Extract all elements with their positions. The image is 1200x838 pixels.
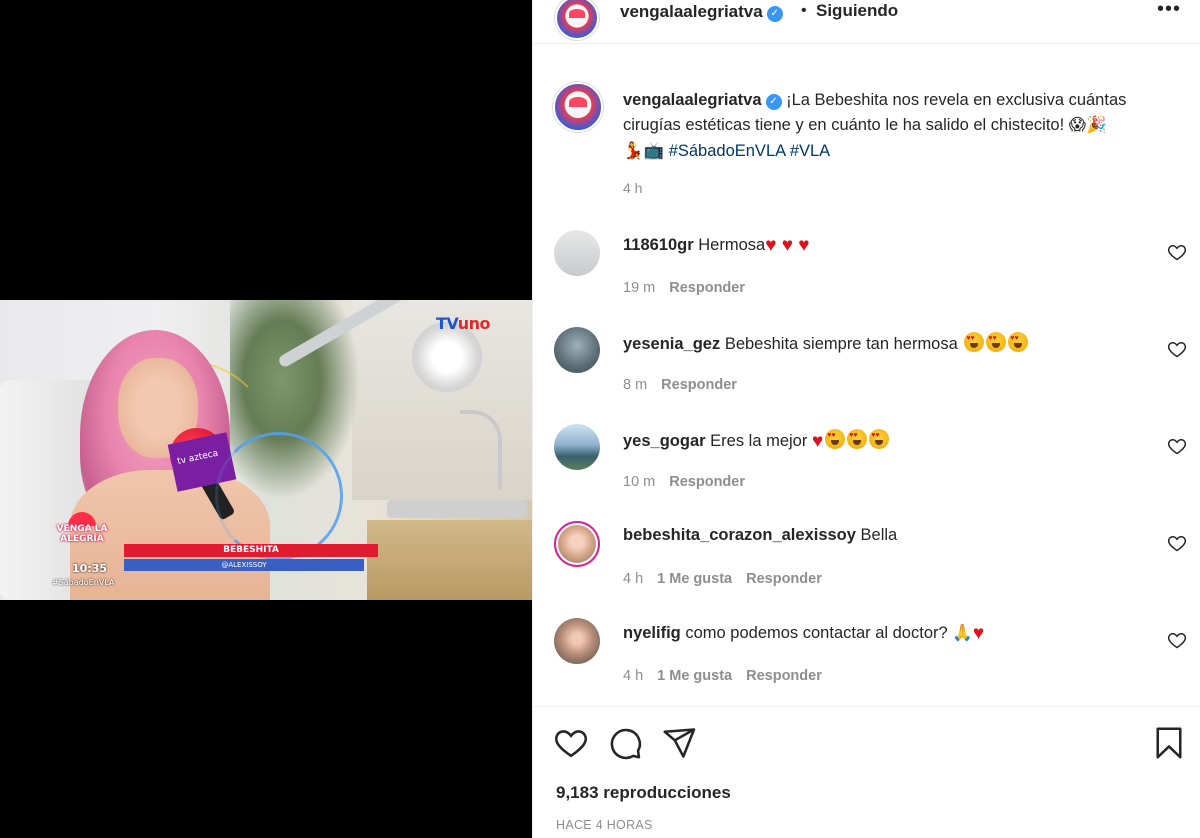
heart-outline-icon[interactable] [553,725,589,761]
comment-line: nyelifig como podemos contactar al docto… [623,623,984,645]
heart-emoji: ♥ [972,623,985,644]
more-options-icon[interactable]: ••• [1157,0,1181,21]
comment-like-heart-icon[interactable] [1167,436,1187,456]
video-faucet [460,410,502,490]
heart-eyes-emoji [1008,332,1029,352]
following-button[interactable]: Siguiendo [816,1,898,21]
comment-meta: 10 m Responder [623,474,759,490]
comment-reply-button[interactable]: Responder [669,280,745,296]
comment-time[interactable]: 4 h [623,571,643,587]
lower-third-name: BEBESHITA [124,544,378,557]
hashtag-sabadoenvla[interactable]: #SábadoEnVLA [669,142,786,160]
comment-like-heart-icon[interactable] [1167,242,1187,262]
verified-badge-icon: ✓ [766,6,783,22]
comment-like-heart-icon[interactable] [1167,339,1187,359]
pray-emoji: 🙏 [952,623,973,642]
show-logo: VENGA LA ALEGRÍA [52,512,112,566]
video-cabinet [367,520,532,600]
comment-time[interactable]: 8 m [623,377,647,393]
comment-item: bebeshita_corazon_alexissoy Bella 4 h 1 M… [533,521,1200,611]
caption-text: vengalaalegriatva ✓ ¡La Bebeshita nos rev… [623,88,1183,164]
comment-text: como podemos contactar al doctor? [685,624,948,642]
video-clock: 10:35 [72,562,108,575]
heart-emoji: ♥ ♥ ♥ [765,235,810,256]
channel-logo-main: TV [436,314,458,333]
comment-item: yes_gogar Eres la mejor ♥ 10 m Responder [533,424,1200,514]
comment-text: Eres la mejor [710,432,808,450]
author-avatar[interactable] [555,0,599,40]
comment-reply-button[interactable]: Responder [669,474,745,490]
video-panel[interactable]: tv azteca TVuno VENGA LA ALEGRÍA 10:35 #… [0,0,532,838]
comment-reply-button[interactable]: Responder [661,377,737,393]
commenter-username[interactable]: 118610gr [623,236,694,254]
show-logo-text: VENGA LA ALEGRÍA [56,524,108,544]
caption-verified-icon: ✓ [765,94,782,110]
post-panel: vengalaalegriatva ✓ • Siguiendo ••• venga… [532,0,1200,838]
header-separator: • [801,2,807,19]
comment-likes-count[interactable]: 1 Me gusta [657,571,732,587]
lower-third-handle: @ALEXISSOY [124,559,364,571]
channel-logo-uno: uno [457,314,491,333]
comment-meta: 4 h 1 Me gusta Responder [623,668,836,684]
comment-text: Bella [860,526,898,544]
commenter-username[interactable]: yes_gogar [623,432,706,450]
caption-username[interactable]: vengalaalegriatva [623,91,762,109]
comment-text: Bebeshita siempre tan hermosa [724,335,958,353]
post-timestamp[interactable]: HACE 4 HORAS [556,818,653,832]
video-frame[interactable]: tv azteca TVuno VENGA LA ALEGRÍA 10:35 #… [0,300,532,600]
comment-line: bebeshita_corazon_alexissoy Bella [623,526,897,545]
commenter-avatar[interactable] [554,230,600,276]
paper-plane-icon[interactable] [661,725,697,761]
comment-item: yesenia_gez Bebeshita siempre tan hermos… [533,327,1200,417]
view-count[interactable]: 9,183 reproducciones [556,783,731,803]
comment-line: yes_gogar Eres la mejor ♥ [623,429,890,453]
comment-like-heart-icon[interactable] [1167,533,1187,553]
comment-bubble-icon[interactable] [607,725,643,761]
commenter-avatar[interactable] [554,424,600,470]
bookmark-icon[interactable] [1151,725,1187,761]
video-sink [387,500,527,518]
commenter-avatar[interactable] [554,327,600,373]
comment-line: yesenia_gez Bebeshita siempre tan hermos… [623,332,1029,354]
comment-reply-button[interactable]: Responder [746,668,822,684]
comment-likes-count[interactable]: 1 Me gusta [657,668,732,684]
comment-like-heart-icon[interactable] [1167,630,1187,650]
comment-line: 118610gr Hermosa♥ ♥ ♥ [623,235,810,257]
comment-item: nyelifig como podemos contactar al docto… [533,618,1200,708]
caption-author-avatar[interactable] [553,82,603,132]
comment-item: 118610gr Hermosa♥ ♥ ♥ 19 m Responder [533,230,1200,320]
commenter-avatar[interactable] [554,618,600,664]
comment-time[interactable]: 10 m [623,474,655,490]
heart-eyes-emoji [847,429,868,449]
mic-flag-text: tv azteca [176,448,220,467]
commenter-username[interactable]: bebeshita_corazon_alexissoy [623,526,856,544]
author-username[interactable]: vengalaalegriatva ✓ [620,2,783,22]
channel-logo: TVuno [436,314,491,333]
video-hashtag-overlay: #SábadoEnVLA [52,578,115,587]
commenter-username[interactable]: yesenia_gez [623,335,720,353]
comment-meta: 4 h 1 Me gusta Responder [623,571,836,587]
caption-timestamp[interactable]: 4 h [623,180,642,196]
video-graphic-ring-blue [215,432,343,560]
hashtag-vla[interactable]: #VLA [790,142,830,160]
comment-meta: 19 m Responder [623,280,759,296]
heart-eyes-emoji [986,332,1007,352]
comment-meta: 8 m Responder [623,377,751,393]
comment-time[interactable]: 4 h [623,668,643,684]
heart-eyes-emoji [964,332,985,352]
heart-eyes-emoji [869,429,890,449]
author-username-text[interactable]: vengalaalegriatva [620,2,763,21]
commenter-avatar[interactable] [554,521,600,567]
comment-reply-button[interactable]: Responder [746,571,822,587]
comment-time[interactable]: 19 m [623,280,655,296]
comment-text: Hermosa [698,236,766,254]
commenter-username[interactable]: nyelifig [623,624,681,642]
heart-emoji: ♥ [811,431,824,452]
post-actions: 9,183 reproducciones HACE 4 HORAS [533,706,1200,838]
post-header: vengalaalegriatva ✓ • Siguiendo ••• [533,0,1200,44]
heart-eyes-emoji [825,429,846,449]
caption-emoji-line2: 💃📺 [623,141,665,160]
